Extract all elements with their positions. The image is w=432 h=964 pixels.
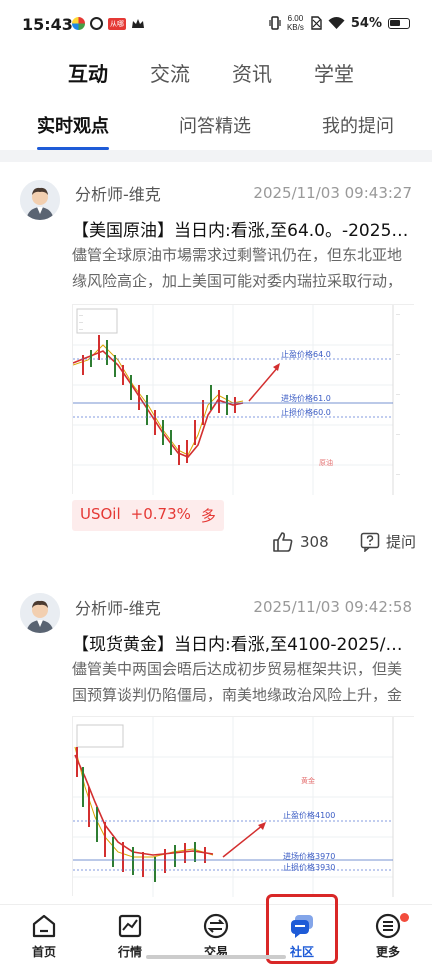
status-time: 15:43 — [22, 15, 73, 34]
top-tabs: 互动 交流 资讯 学堂 — [0, 58, 432, 87]
tab-news[interactable]: 资讯 — [232, 58, 272, 87]
avatar[interactable] — [20, 593, 60, 633]
post-body[interactable]: 儘管美中两国会晤后达成初步贸易框架共识，但美国预算谈判仍陷僵局，南美地缘政治风险… — [72, 656, 414, 708]
post-time: 2025/11/03 09:42:58 — [253, 598, 412, 616]
ask-question-button[interactable]: 提问 — [360, 531, 416, 552]
gesture-bar[interactable] — [146, 955, 286, 959]
analysis-chart-image[interactable]: — — — 止盈价格64.0 进场价格61.0 止损价格60.0 原油 — — … — [72, 304, 415, 495]
community-highlight-box — [266, 894, 338, 964]
net-speed: 6.00 KB/s — [287, 14, 304, 32]
oil-candlestick-chart: — — — 止盈价格64.0 进场价格61.0 止损价格60.0 原油 ————— — [72, 305, 415, 495]
tag-direction: 多 — [200, 507, 216, 525]
like-count: 308 — [300, 533, 329, 551]
nav-home[interactable]: 首页 — [14, 913, 74, 960]
status-badge: 从哪 — [108, 17, 126, 30]
post-author[interactable]: 分析师-维克 — [75, 181, 161, 205]
svg-text:—: — — [79, 319, 83, 324]
subtab-qa-picks[interactable]: 问答精选 — [179, 112, 251, 138]
symbol-tag[interactable]: USOil +0.73% 多 — [72, 500, 224, 531]
tab-learning[interactable]: 学堂 — [314, 58, 354, 87]
analysis-chart-image[interactable]: 止盈价格4100 进场价格3970 止损价格3930 黄金 — [72, 716, 415, 897]
exchange-icon — [203, 913, 229, 939]
home-icon — [32, 914, 56, 938]
tag-symbol: USOil — [80, 505, 121, 523]
thumbs-up-icon — [273, 532, 293, 552]
notification-dot — [400, 913, 409, 922]
status-notification-icons: 从哪 — [72, 17, 145, 30]
chart-watermark: 黄金 — [301, 776, 315, 785]
tab-interaction[interactable]: 互动 — [68, 58, 108, 87]
stop-loss-label: 止损价格60.0 — [281, 407, 331, 417]
entry-price-label: 进场价格61.0 — [281, 393, 331, 403]
net-speed-unit: KB/s — [286, 23, 304, 32]
question-icon — [360, 532, 380, 552]
ask-label: 提问 — [386, 533, 417, 551]
chart-watermark: 原油 — [319, 458, 333, 467]
post-author[interactable]: 分析师-维克 — [75, 595, 161, 619]
post-title[interactable]: 【现货黄金】当日内:看涨,至4100-2025/11/03 — [72, 630, 412, 655]
svg-text:—: — — [396, 351, 400, 356]
chart-icon — [118, 914, 142, 938]
avatar[interactable] — [20, 180, 60, 220]
sync-icon — [90, 17, 103, 30]
subtab-live-views[interactable]: 实时观点 — [37, 112, 109, 138]
post-body[interactable]: 儘管全球原油市場需求过剩警讯仍在，但东北亚地缘风险高企，加上美国可能对委内瑞拉采… — [72, 242, 414, 294]
net-speed-value: 6.00 — [287, 14, 304, 23]
app-notification-icon — [72, 17, 85, 30]
svg-text:—: — — [396, 471, 400, 476]
nav-trade[interactable]: 交易 — [186, 913, 246, 960]
stop-loss-label: 止损价格3930 — [283, 862, 335, 872]
take-profit-label: 止盈价格64.0 — [281, 349, 331, 359]
like-button[interactable]: 308 — [272, 531, 329, 553]
wifi-icon — [328, 16, 345, 29]
svg-text:—: — — [396, 311, 400, 316]
vibrate-icon — [269, 16, 281, 30]
subtab-my-questions[interactable]: 我的提问 — [322, 112, 394, 138]
entry-price-label: 进场价格3970 — [283, 851, 335, 861]
no-sim-icon — [311, 16, 322, 30]
tab-exchange[interactable]: 交流 — [150, 58, 190, 87]
nav-market[interactable]: 行情 — [100, 913, 160, 960]
more-icon — [375, 913, 401, 939]
take-profit-label: 止盈价格4100 — [283, 810, 335, 820]
section-divider — [0, 150, 432, 162]
svg-text:—: — — [79, 326, 83, 331]
svg-text:—: — — [396, 431, 400, 436]
nav-home-label: 首页 — [31, 945, 56, 959]
svg-text:—: — — [79, 312, 83, 317]
analyst-avatar-icon — [20, 180, 60, 220]
battery-icon — [388, 17, 410, 29]
nav-more-label: 更多 — [375, 945, 400, 959]
status-system-icons: 6.00 KB/s 54% — [269, 14, 410, 32]
nav-market-label: 行情 — [117, 945, 142, 959]
status-bar: 15:43 从哪 6.00 KB/s 54% — [0, 0, 432, 50]
gold-candlestick-chart: 止盈价格4100 进场价格3970 止损价格3930 黄金 — [73, 717, 415, 897]
tag-change: +0.73% — [130, 505, 191, 523]
post-time: 2025/11/03 09:43:27 — [253, 184, 412, 202]
crown-icon — [132, 18, 144, 28]
svg-text:—: — — [396, 391, 400, 396]
battery-percent: 54% — [350, 15, 382, 31]
nav-more[interactable]: 更多 — [358, 913, 418, 960]
analyst-avatar-icon — [20, 593, 60, 633]
post-title[interactable]: 【美国原油】当日内:看涨,至64.0。-2025/11/03 — [72, 216, 412, 241]
sub-tabs: 实时观点 问答精选 我的提问 — [0, 112, 432, 152]
